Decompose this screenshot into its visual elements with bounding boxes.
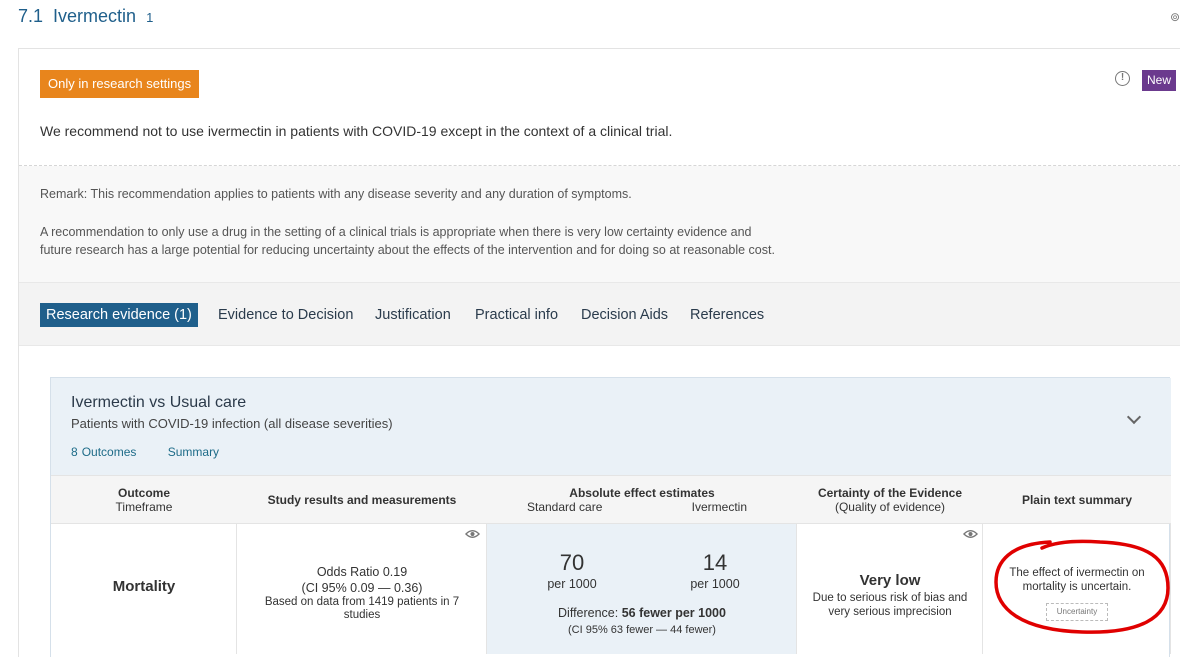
section-number: 7.1: [18, 6, 44, 26]
odds-ratio: Odds Ratio 0.19: [316, 565, 408, 579]
research-settings-badge: Only in research settings: [40, 70, 200, 98]
header-outcome: Outcome Timeframe: [51, 476, 237, 524]
difference: Difference: 56 fewer per 1000: [487, 606, 797, 620]
evidence-header[interactable]: Ivermectin vs Usual care Patients with C…: [51, 378, 1171, 475]
tab-bar: Research evidence (1) Evidence to Decisi…: [19, 282, 1180, 346]
absolute-cell: 70 per 1000 14 per 1000 Difference: 56 f…: [487, 524, 797, 654]
standard-heading: Standard care: [527, 500, 603, 514]
tab-evidence-to-decision[interactable]: Evidence to Decision: [218, 303, 353, 327]
absolute-subheadings: Standard care Ivermectin: [487, 500, 797, 514]
remark-line-2: future research has a large potential fo…: [40, 243, 775, 257]
header-plain: Plain text summary: [983, 476, 1171, 524]
remark-text: Remark: This recommendation applies to p…: [40, 187, 632, 201]
difference-label: Difference:: [558, 606, 619, 620]
header-absolute: Absolute effect estimates Standard care …: [487, 476, 797, 524]
chevron-down-icon[interactable]: [1126, 409, 1142, 425]
outcomes-label: Outcomes: [81, 445, 137, 459]
certainty-heading: Certainty of the Evidence: [817, 486, 963, 500]
table-header: Outcome Timeframe Study results and meas…: [51, 475, 1171, 523]
standard-value: 70: [559, 550, 585, 575]
red-annotation-circle: [994, 539, 1170, 634]
standard-unit: per 1000: [547, 577, 597, 591]
section-title[interactable]: Ivermectin: [53, 6, 136, 27]
ivermectin-heading: Ivermectin: [691, 500, 747, 514]
new-badge: New: [1142, 70, 1177, 91]
tab-references[interactable]: References: [690, 303, 764, 327]
study-cell: Odds Ratio 0.19 (CI 95% 0.09 — 0.36) Bas…: [237, 524, 487, 654]
study-results: Odds Ratio 0.19 (CI 95% 0.09 — 0.36) Bas…: [237, 564, 487, 622]
evidence-title: Ivermectin vs Usual care: [71, 394, 247, 411]
outcome-name: Mortality: [112, 578, 176, 595]
tab-justification[interactable]: Justification: [375, 303, 451, 327]
outcomes-link[interactable]: 8 Outcomes: [71, 445, 150, 459]
tab-research-evidence[interactable]: Research evidence (1): [40, 303, 198, 327]
outcomes-count: 8: [71, 445, 78, 459]
ivermectin-value: 14: [702, 550, 728, 575]
absolute-heading: Absolute effect estimates: [569, 486, 715, 500]
evidence-subtitle: Patients with COVID-19 infection (all di…: [71, 416, 393, 431]
certainty-reason: Due to serious risk of bias and very ser…: [812, 592, 968, 618]
summary-link[interactable]: Summary: [168, 445, 219, 459]
based-on: Based on data from 1419 patients in 7 st…: [264, 596, 460, 621]
timeframe-heading: Timeframe: [115, 500, 173, 514]
remark-line-1: A recommendation to only use a drug in t…: [40, 225, 752, 239]
study-heading: Study results and measurements: [267, 493, 457, 507]
info-icon[interactable]: !: [1115, 71, 1130, 86]
recommendation-text: We recommend not to use ivermectin in pa…: [40, 123, 673, 139]
header-certainty: Certainty of the Evidence (Quality of ev…: [797, 476, 983, 524]
plain-heading: Plain text summary: [1021, 493, 1133, 507]
difference-value: 56 fewer per 1000: [621, 606, 726, 620]
certainty-level: Very low: [859, 572, 921, 589]
link-icon[interactable]: ⊚: [1170, 10, 1180, 24]
outcome-cell: Mortality: [51, 524, 237, 654]
eye-icon[interactable]: [465, 529, 480, 539]
section-header: 7.1 Ivermectin 1: [18, 6, 153, 32]
outcome-heading: Outcome: [117, 486, 170, 500]
ivermectin-unit: per 1000: [690, 577, 740, 591]
tab-practical-info[interactable]: Practical info: [475, 303, 558, 327]
remark-explanation: A recommendation to only use a drug in t…: [40, 223, 860, 259]
odds-ratio-ci: (CI 95% 0.09 — 0.36): [301, 581, 423, 595]
evidence-links: 8 Outcomes Summary: [71, 445, 233, 459]
eye-icon[interactable]: [963, 529, 978, 539]
tab-decision-aids[interactable]: Decision Aids: [581, 303, 668, 327]
difference-ci: (CI 95% 63 fewer — 44 fewer): [568, 624, 716, 636]
certainty-cell: Very low Due to serious risk of bias and…: [797, 524, 983, 654]
header-study: Study results and measurements: [237, 476, 487, 524]
section-count: 1: [146, 10, 154, 25]
remark-area: Remark: This recommendation applies to p…: [19, 166, 1180, 282]
quality-heading: (Quality of evidence): [834, 500, 946, 514]
